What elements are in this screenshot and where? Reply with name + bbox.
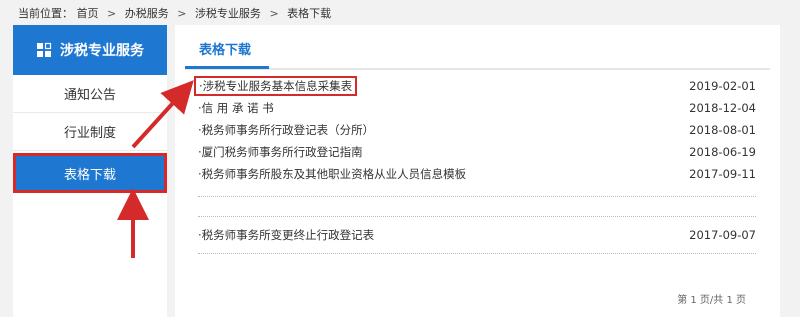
breadcrumb-current[interactable]: 表格下载 [287, 7, 331, 20]
main-panel: 表格下载 ·涉税专业服务基本信息采集表 2019-02-01 ·信 用 承 诺 … [175, 25, 780, 317]
sidebar-item-label: 行业制度 [63, 126, 116, 141]
list-item-date: 2019-02-01 [689, 79, 756, 93]
list-item-date: 2018-06-19 [689, 145, 756, 159]
tab-divider [185, 68, 770, 70]
list-item-link[interactable]: ·税务师事务所股东及其他职业资格从业人员信息模板 [198, 166, 466, 182]
list-item-link[interactable]: ·税务师事务所变更终止行政登记表 [198, 227, 374, 243]
list-item-date: 2017-09-11 [689, 167, 756, 181]
list-item-link[interactable]: ·厦门税务师事务所行政登记指南 [198, 144, 363, 160]
list-item: ·税务师事务所股东及其他职业资格从业人员信息模板 2017-09-11 [198, 165, 756, 183]
breadcrumb-professional-services[interactable]: 涉税专业服务 [195, 7, 261, 20]
breadcrumb-home[interactable]: 首页 [77, 7, 99, 20]
sidebar-item-label: 通知公告 [63, 88, 116, 103]
list-item: ·税务师事务所行政登记表（分所） 2018-08-01 [198, 121, 756, 139]
tab-form-download[interactable]: 表格下载 [199, 39, 251, 58]
list-item-title: 涉税专业服务基本信息采集表 [202, 79, 353, 93]
list-item-title: 信 用 承 诺 书 [201, 101, 274, 115]
breadcrumb-separator: > [107, 7, 117, 20]
sidebar-item-notices[interactable]: 通知公告 [13, 75, 167, 113]
list-item-link[interactable]: ·税务师事务所行政登记表（分所） [198, 122, 374, 138]
sidebar-item-regulations[interactable]: 行业制度 [13, 113, 167, 151]
list-item-title: 厦门税务师事务所行政登记指南 [201, 145, 363, 159]
breadcrumb-separator: > [177, 7, 187, 20]
list-item-date: 2018-08-01 [689, 123, 756, 137]
sidebar: 涉税专业服务 通知公告 行业制度 表格下载 [13, 25, 167, 317]
list-item-title: 税务师事务所股东及其他职业资格从业人员信息模板 [201, 167, 467, 181]
breadcrumb-tax-services[interactable]: 办税服务 [125, 7, 169, 20]
list-item-date: 2018-12-04 [689, 101, 756, 115]
sidebar-title: 涉税专业服务 [60, 43, 144, 59]
list-item-date: 2017-09-07 [689, 228, 756, 242]
grid-icon [36, 42, 52, 58]
tab-active-indicator [185, 66, 269, 69]
breadcrumb-separator: > [269, 7, 279, 20]
list-item-title: 税务师事务所变更终止行政登记表 [201, 228, 375, 242]
list-divider [198, 196, 756, 197]
breadcrumb: 当前位置： 首页 > 办税服务 > 涉税专业服务 > 表格下载 [18, 5, 331, 21]
sidebar-header: 涉税专业服务 [13, 25, 167, 75]
sidebar-item-label: 表格下载 [63, 167, 116, 183]
list-item-title: 税务师事务所行政登记表（分所） [201, 123, 375, 137]
list-item-link[interactable]: ·涉税专业服务基本信息采集表 [194, 76, 358, 96]
list-item: ·厦门税务师事务所行政登记指南 2018-06-19 [198, 143, 756, 161]
breadcrumb-prefix: 当前位置： [18, 7, 73, 20]
list-divider [198, 253, 756, 254]
list-item-link[interactable]: ·信 用 承 诺 书 [198, 100, 274, 116]
list-item: ·涉税专业服务基本信息采集表 2019-02-01 [194, 76, 756, 96]
list-divider [198, 216, 756, 217]
pagination-info: 第 1 页/共 1 页 [677, 295, 746, 306]
list-item: ·税务师事务所变更终止行政登记表 2017-09-07 [198, 226, 756, 244]
sidebar-item-form-download[interactable]: 表格下载 [13, 153, 167, 193]
list-item: ·信 用 承 诺 书 2018-12-04 [198, 99, 756, 117]
